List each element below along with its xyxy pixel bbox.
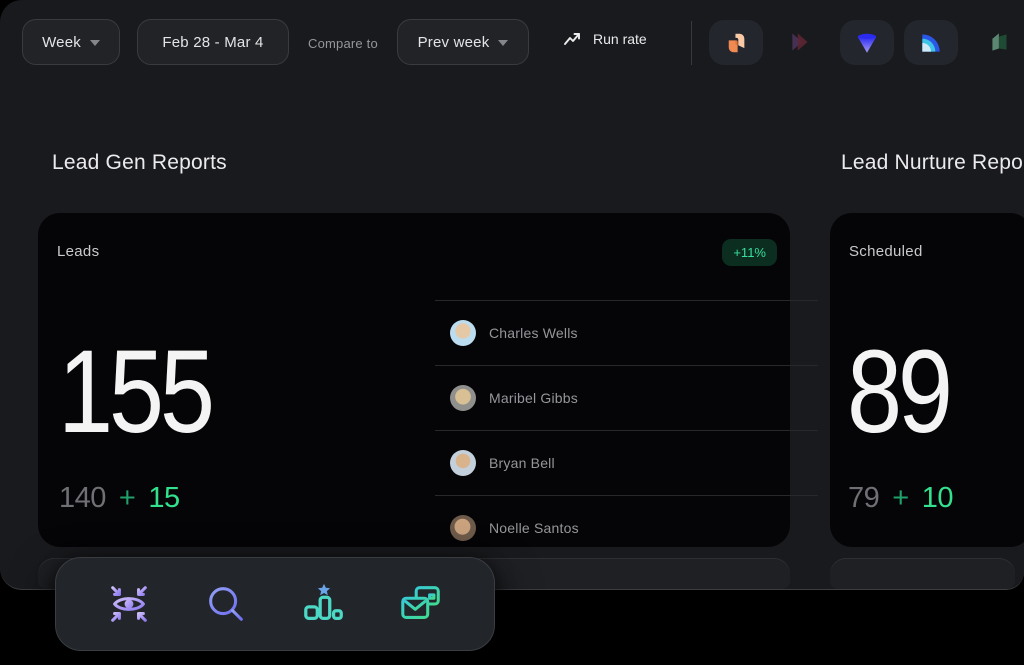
quick-action-toolbar [55, 557, 495, 651]
focus-eye-icon [106, 581, 152, 627]
leads-delta-value: 15 [148, 482, 179, 515]
chevrons-logo-icon [788, 29, 814, 55]
leads-previous-row: 140 + 15 [59, 482, 180, 515]
integration-cone-button[interactable] [840, 20, 894, 65]
mail-campaign-button[interactable] [393, 576, 449, 632]
compare-to-label: Compare to [308, 36, 378, 51]
compare-select[interactable]: Prev week [397, 19, 529, 65]
person-name: Charles Wells [489, 325, 578, 341]
person-name: Bryan Bell [489, 455, 555, 471]
scheduled-value: 89 [847, 333, 949, 451]
person-name: Maribel Gibbs [489, 390, 578, 406]
search-insights-button[interactable] [198, 576, 254, 632]
leads-people-list: Charles Wells Maribel Gibbs Bryan Bell N… [435, 300, 818, 560]
list-item[interactable]: Bryan Bell [435, 430, 818, 495]
leads-change-badge: +11% [722, 239, 777, 266]
avatar [450, 320, 476, 346]
period-select-label: Week [42, 34, 81, 51]
avatar [450, 450, 476, 476]
scheduled-card-title: Scheduled [849, 243, 923, 260]
plus-sign: + [119, 482, 135, 515]
blocks-logo-icon [723, 30, 749, 56]
layers-logo-icon [987, 29, 1013, 55]
scheduled-delta-value: 10 [922, 482, 953, 515]
leads-card: Leads +11% 155 140 + 15 Charles Wells Ma… [38, 213, 790, 547]
dashboard-app: Week Feb 28 - Mar 4 Compare to Prev week… [0, 0, 1024, 665]
next-card-top-right [830, 558, 1015, 589]
trending-up-icon [563, 30, 583, 48]
toolbar-divider [691, 21, 692, 65]
run-rate-button[interactable]: Run rate [563, 30, 647, 48]
chevron-down-icon [498, 40, 508, 46]
date-range-label: Feb 28 - Mar 4 [162, 34, 263, 51]
run-rate-label: Run rate [593, 31, 647, 47]
integration-arc-button[interactable] [904, 20, 958, 65]
avatar [450, 385, 476, 411]
leads-previous-value: 140 [59, 482, 106, 515]
date-range-button[interactable]: Feb 28 - Mar 4 [137, 19, 289, 65]
cone-logo-icon [854, 30, 880, 56]
integration-layers-button[interactable] [984, 26, 1016, 58]
period-select[interactable]: Week [22, 19, 120, 65]
leads-value: 155 [58, 333, 211, 451]
leaderboard-button[interactable] [296, 576, 352, 632]
person-name: Noelle Santos [489, 520, 579, 536]
list-item[interactable]: Noelle Santos [435, 495, 818, 560]
arc-logo-icon [918, 30, 944, 56]
leads-card-title: Leads [57, 243, 99, 260]
scheduled-previous-value: 79 [848, 482, 879, 515]
compare-select-label: Prev week [418, 34, 490, 51]
scheduled-card: Scheduled 89 79 + 10 [830, 213, 1024, 547]
lead-gen-section-title: Lead Gen Reports [52, 151, 227, 175]
scheduled-previous-row: 79 + 10 [848, 482, 953, 515]
integration-chevrons-button[interactable] [785, 26, 817, 58]
mail-campaign-icon [398, 581, 444, 627]
list-item[interactable]: Maribel Gibbs [435, 365, 818, 430]
leaderboard-icon [301, 581, 347, 627]
lead-nurture-section-title: Lead Nurture Reports [841, 151, 1024, 175]
plus-sign: + [892, 482, 908, 515]
avatar [450, 515, 476, 541]
integration-blocks-button[interactable] [709, 20, 763, 65]
chevron-down-icon [90, 40, 100, 46]
search-insights-icon [203, 581, 249, 627]
list-item[interactable]: Charles Wells [435, 300, 818, 365]
focus-eye-button[interactable] [101, 576, 157, 632]
